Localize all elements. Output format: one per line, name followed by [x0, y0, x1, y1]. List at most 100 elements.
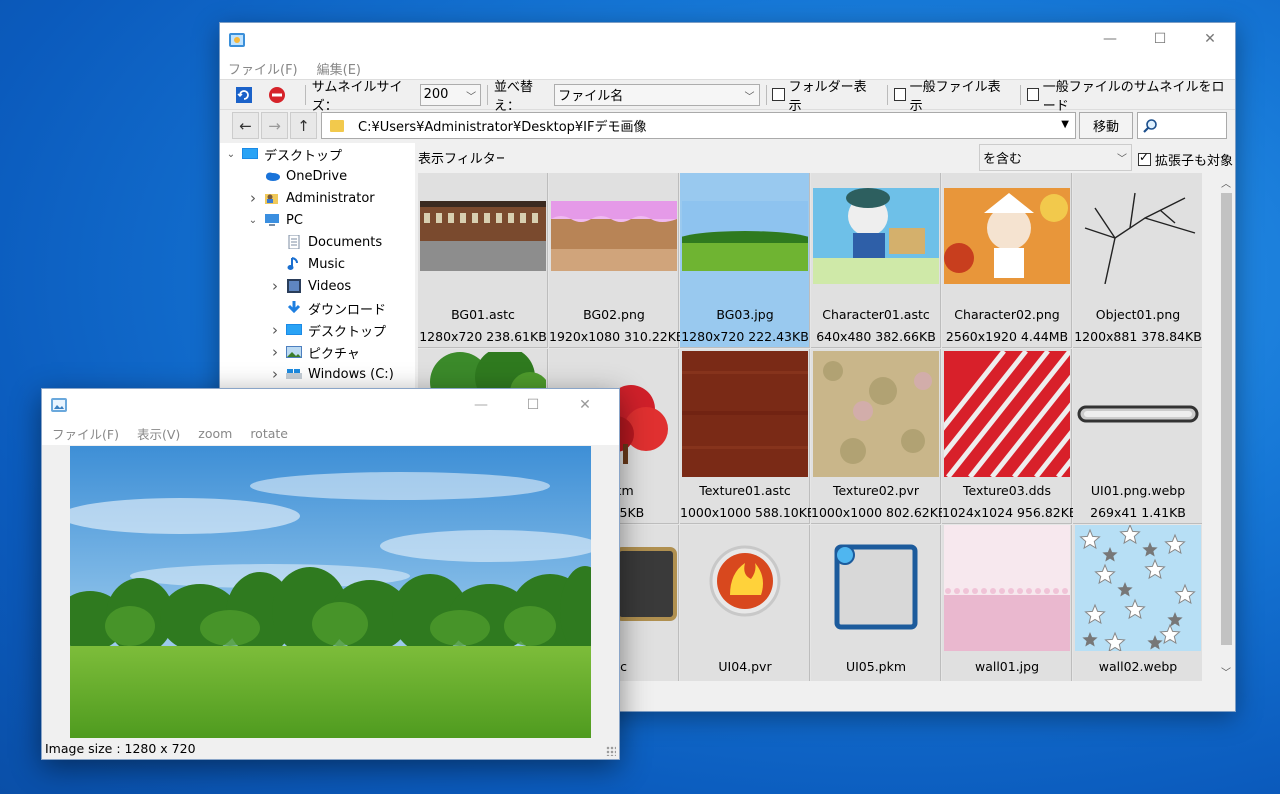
- show-general-label: 一般ファイル表示: [909, 79, 1001, 114]
- dropdown-arrow-icon[interactable]: ▼: [1061, 119, 1069, 130]
- thumbnail-item[interactable]: wall01.jpg: [942, 525, 1072, 681]
- thumbnail-item[interactable]: BG01.astc 1280x720 238.61KB: [418, 173, 548, 348]
- forward-button[interactable]: →: [261, 112, 288, 139]
- chevron-right-icon[interactable]: ›: [270, 365, 280, 383]
- thumbnail-filename: Texture01.astc: [699, 483, 791, 498]
- tree-item[interactable]: › デスクトップ: [270, 319, 386, 341]
- chevron-right-icon[interactable]: ›: [270, 321, 280, 339]
- thumb-size-select[interactable]: 200 ﹀: [419, 83, 482, 106]
- thumbnail-item[interactable]: Object01.png 1200x881 378.84KB: [1073, 173, 1202, 348]
- thumbnail-item[interactable]: BG03.jpg 1280x720 222.43KB: [675, 173, 815, 348]
- show-folders-label: フォルダー表示: [788, 79, 867, 114]
- thumbnail-info: 1024x1024 956.82KB: [942, 505, 1078, 520]
- chevron-down-icon[interactable]: ⌄: [226, 149, 236, 160]
- folder-icon: [330, 119, 344, 132]
- go-button[interactable]: 移動: [1079, 112, 1133, 139]
- thumbnail-filename: Character02.png: [954, 307, 1060, 322]
- thumbnail-item[interactable]: BG02.png 1920x1080 310.22KB: [549, 173, 685, 348]
- tree-item[interactable]: OneDrive: [248, 165, 347, 187]
- refresh-button[interactable]: [234, 84, 254, 106]
- load-general-thumbs-checkbox[interactable]: 一般ファイルのサムネイルをロード: [1026, 76, 1235, 114]
- thumbnail-item[interactable]: UI01.png.webp 269x41 1.41KB: [1073, 349, 1202, 524]
- viewer-menu-file[interactable]: ファイル(F): [52, 424, 119, 443]
- tree-item[interactable]: › Videos: [270, 275, 351, 297]
- tree-item[interactable]: ダウンロード: [270, 297, 386, 319]
- sort-label: 並べ替え：: [494, 79, 534, 114]
- tree-item[interactable]: Documents: [270, 231, 382, 253]
- scroll-down-icon[interactable]: ﹀: [1221, 664, 1231, 679]
- thumbnail-item[interactable]: Character01.astc 640x480 382.66KB: [811, 173, 941, 348]
- viewer-maximize-button[interactable]: ☐: [507, 389, 559, 421]
- filter-mode-select[interactable]: を含む ﹀: [979, 144, 1132, 171]
- music-icon: [286, 257, 302, 271]
- viewer-close-button[interactable]: ✕: [559, 389, 611, 421]
- thumbnail-item[interactable]: wall02.webp: [1073, 523, 1202, 681]
- tree-item-label: Music: [308, 256, 345, 272]
- viewer-title-bar[interactable]: — ☐ ✕: [42, 389, 619, 421]
- minimize-button[interactable]: —: [1085, 23, 1135, 55]
- toolbar-separator: [304, 84, 306, 105]
- back-button[interactable]: ←: [232, 112, 259, 139]
- show-folders-checkbox[interactable]: フォルダー表示: [772, 76, 872, 114]
- checkbox-box[interactable]: [772, 88, 785, 101]
- scrollbar-thumb[interactable]: [1221, 193, 1232, 645]
- thumbnail-info: 640x480 382.66KB: [816, 329, 936, 344]
- show-general-checkbox[interactable]: 一般ファイル表示: [893, 76, 1006, 114]
- sort-value: ファイル名: [558, 89, 624, 104]
- thumbnail-filename: Object01.png: [1095, 307, 1181, 322]
- filter-input[interactable]: [504, 144, 976, 170]
- checkbox-box[interactable]: [1026, 88, 1039, 101]
- viewer-minimize-button[interactable]: —: [455, 389, 507, 421]
- thumbnail-image: [902, 349, 1160, 479]
- menu-file[interactable]: ファイル(F): [228, 59, 298, 78]
- chevron-right-icon[interactable]: ›: [248, 189, 258, 207]
- resize-grip-icon[interactable]: [606, 746, 616, 756]
- thumbnail-item[interactable]: Texture01.astc 1000x1000 588.10KB: [680, 349, 816, 524]
- tree-item-label: デスクトップ: [308, 324, 387, 340]
- sort-select[interactable]: ファイル名 ﹀: [554, 83, 760, 106]
- viewer-menu-zoom[interactable]: zoom: [198, 426, 232, 441]
- filter-bar: 表示フィルター： を含む ﹀ 拡張子も対象: [415, 143, 1235, 171]
- tree-item[interactable]: › ピクチャ: [270, 341, 360, 363]
- chevron-right-icon[interactable]: ›: [270, 343, 280, 361]
- thumbnail-filename: wall01.jpg: [974, 659, 1040, 674]
- include-ext-checkbox[interactable]: 拡張子も対象: [1138, 150, 1233, 169]
- tree-item[interactable]: › Windows (C:): [270, 363, 394, 385]
- chevron-down-icon[interactable]: ⌄: [248, 215, 258, 226]
- chevron-down-icon: ﹀: [466, 91, 477, 103]
- thumbnail-item[interactable]: UI05.pkm: [811, 525, 941, 681]
- tree-item[interactable]: › Administrator: [248, 187, 375, 209]
- viewer-menu-view[interactable]: 表示(V): [137, 424, 180, 443]
- up-button[interactable]: ↑: [290, 112, 317, 139]
- thumbnail-image: [1075, 523, 1201, 653]
- load-general-thumbs-label: 一般ファイルのサムネイルをロード: [1042, 79, 1225, 114]
- vertical-scrollbar[interactable]: ︿ ﹀: [1218, 173, 1235, 681]
- thumbnail-item[interactable]: Character02.png 2560x1920 4.44MB: [942, 173, 1072, 348]
- viewer-image[interactable]: [70, 446, 591, 738]
- scroll-up-icon[interactable]: ︿: [1221, 175, 1231, 190]
- search-input[interactable]: [1137, 112, 1227, 139]
- thumbnail-item[interactable]: UI04.pvr: [680, 525, 810, 681]
- maximize-button[interactable]: ☐: [1135, 23, 1185, 55]
- tree-item-label: Documents: [308, 234, 383, 250]
- tree-item-label: デスクトップ: [264, 148, 343, 164]
- tree-item[interactable]: ⌄ PC: [248, 209, 303, 231]
- viewer-menu-rotate[interactable]: rotate: [250, 426, 288, 441]
- tree-item[interactable]: Music: [270, 253, 345, 275]
- thumbnail-item[interactable]: Texture02.pvr 1000x1000 802.62KB: [811, 349, 947, 524]
- include-ext-label: 拡張子も対象: [1155, 154, 1234, 169]
- checkbox-box[interactable]: [1138, 150, 1151, 166]
- stop-button[interactable]: [266, 84, 286, 106]
- checkbox-box[interactable]: [893, 88, 906, 101]
- thumbnail-filename: BG03.jpg: [716, 307, 774, 322]
- thumbnail-item[interactable]: Texture03.dds 1024x1024 956.82KB: [902, 349, 1160, 524]
- chevron-right-icon[interactable]: ›: [270, 277, 280, 295]
- video-icon: [286, 279, 302, 293]
- tree-item[interactable]: ⌄ デスクトップ: [226, 143, 342, 165]
- thumbnail-info: 269x41 1.41KB: [1090, 505, 1186, 520]
- thumbnail-filename: BG01.astc: [451, 307, 515, 322]
- thumb-size-label: サムネイルサイズ：: [311, 79, 403, 114]
- path-input[interactable]: C:¥Users¥Administrator¥Desktop¥IFデモ画像 ▼: [321, 112, 1076, 139]
- title-bar[interactable]: — ☐ ✕: [220, 23, 1235, 57]
- close-button[interactable]: ✕: [1185, 23, 1235, 55]
